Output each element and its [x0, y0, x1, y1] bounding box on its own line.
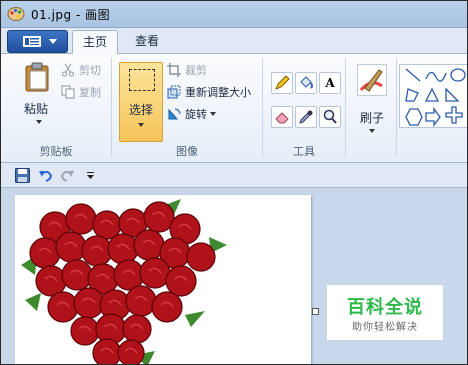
- magnifier-tool[interactable]: [319, 106, 341, 128]
- resize-label: 重新调整大小: [185, 86, 251, 99]
- tab-view[interactable]: 查看: [125, 30, 169, 53]
- pencil-tool[interactable]: [271, 72, 293, 94]
- rotate-icon: [168, 108, 181, 120]
- window-title: 01.jpg - 画图: [31, 8, 111, 22]
- paste-icon[interactable]: [23, 62, 51, 92]
- copy-icon: [61, 85, 75, 99]
- paint-menu-button[interactable]: [7, 30, 68, 53]
- ribbon-tab-row: 主页 查看: [1, 28, 467, 55]
- watermark-subtitle: 助你轻松解决: [352, 322, 418, 333]
- fill-tool[interactable]: [295, 72, 317, 94]
- tools-group-label: 工具: [293, 145, 315, 158]
- resize-button[interactable]: 重新调整大小: [167, 85, 251, 101]
- clipboard-group-label: 剪贴板: [39, 145, 73, 158]
- select-rectangle-icon: [129, 69, 155, 91]
- copy-button[interactable]: 复制: [61, 85, 101, 101]
- save-icon[interactable]: [15, 168, 30, 183]
- eyedropper-icon: [299, 110, 313, 124]
- text-tool[interactable]: A: [319, 72, 341, 94]
- image-group-label: 图像: [176, 145, 198, 158]
- title-bar: 01.jpg - 画图: [1, 1, 467, 28]
- eraser-icon: [275, 112, 289, 124]
- color-picker-tool[interactable]: [295, 106, 317, 128]
- chevron-down-icon: [49, 39, 57, 44]
- cut-label: 剪切: [79, 64, 101, 77]
- crop-label: 裁剪: [185, 64, 207, 77]
- paste-button[interactable]: 粘贴: [24, 100, 48, 117]
- shapes-icons: [405, 68, 466, 127]
- watermark-title: 百科全说: [347, 297, 423, 318]
- tab-home[interactable]: 主页: [72, 30, 118, 55]
- paint-palette-icon: [7, 7, 25, 21]
- quick-access-toolbar: [1, 163, 467, 188]
- menu-icon: [23, 36, 41, 47]
- pencil-icon: [275, 75, 290, 90]
- select-label: 选择: [128, 103, 153, 117]
- undo-icon[interactable]: [38, 168, 53, 183]
- eraser-tool[interactable]: [271, 106, 293, 128]
- brushes-button[interactable]: 刷子: [351, 62, 393, 140]
- divider: [262, 58, 263, 156]
- scissors-icon: [62, 63, 74, 77]
- brush-icon: [357, 64, 387, 96]
- copy-label: 复制: [79, 86, 101, 99]
- drawing-canvas[interactable]: [15, 195, 311, 364]
- shapes-gallery[interactable]: [399, 64, 467, 128]
- cut-button[interactable]: 剪切: [61, 63, 101, 79]
- brushes-dropdown-icon[interactable]: [369, 129, 375, 133]
- paint-bucket-icon: [300, 76, 313, 89]
- divider: [345, 58, 346, 156]
- rose-heart-image: [21, 199, 227, 364]
- divider: [111, 58, 112, 156]
- ribbon: 粘贴 剪切 复制 剪贴板 选择 裁剪 重新调整大小 旋转 图像 A 工具 刷子: [1, 54, 467, 163]
- resize-icon: [167, 85, 181, 99]
- watermark-logo: 百科全说 助你轻松解决: [327, 285, 443, 340]
- select-dropdown-icon[interactable]: [138, 123, 144, 127]
- magnifier-icon: [323, 109, 337, 124]
- paint-window: 01.jpg - 画图 主页 查看 粘贴 剪切 复制 剪贴板 选择 裁剪 重新调…: [0, 0, 468, 365]
- rotate-button[interactable]: 旋转: [167, 107, 216, 123]
- brushes-label: 刷子: [359, 111, 384, 125]
- canvas-workspace: 百科全说 助你轻松解决: [1, 188, 467, 364]
- customize-toolbar-icon[interactable]: [86, 171, 95, 180]
- redo-icon[interactable]: [60, 168, 75, 183]
- crop-icon: [167, 63, 181, 77]
- divider: [396, 58, 397, 156]
- crop-button[interactable]: 裁剪: [167, 63, 207, 79]
- paste-dropdown-icon[interactable]: [36, 120, 42, 124]
- rotate-dropdown-icon[interactable]: [210, 112, 216, 116]
- rotate-label: 旋转: [185, 108, 207, 121]
- canvas-resize-handle[interactable]: [312, 308, 319, 315]
- select-button[interactable]: 选择: [119, 62, 163, 142]
